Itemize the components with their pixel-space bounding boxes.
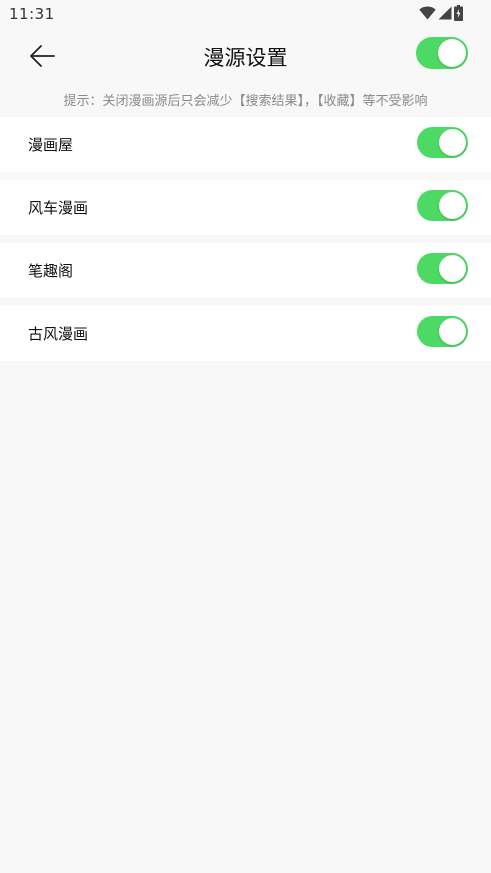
- source-label: 笔趣阁: [28, 262, 74, 280]
- list-item[interactable]: 笔趣阁: [0, 243, 491, 298]
- toggle-knob: [438, 39, 466, 67]
- screen: 11:31 漫源设置 提示：关闭漫画源后只会减少【搜索结果】，【收藏】等不受影响…: [0, 0, 491, 873]
- toggle-knob: [439, 255, 466, 282]
- status-icons: [419, 5, 463, 21]
- source-label: 漫画屋: [28, 136, 74, 154]
- source-toggle[interactable]: [417, 253, 468, 284]
- cellular-signal-icon: [438, 6, 452, 20]
- source-label: 古风漫画: [28, 325, 89, 343]
- source-label: 风车漫画: [28, 199, 89, 217]
- status-bar: 11:31: [0, 0, 491, 28]
- list-item[interactable]: 风车漫画: [0, 180, 491, 235]
- toggle-knob: [439, 318, 466, 345]
- wifi-icon: [419, 6, 436, 20]
- battery-charging-icon: [454, 5, 463, 21]
- list-item[interactable]: 漫画屋: [0, 117, 491, 172]
- source-list: 漫画屋 风车漫画 笔趣阁 古风漫画: [0, 117, 491, 369]
- toggle-knob: [439, 129, 466, 156]
- master-toggle[interactable]: [416, 37, 468, 69]
- toggle-knob: [439, 192, 466, 219]
- app-header: 漫源设置: [0, 28, 491, 86]
- source-toggle[interactable]: [417, 190, 468, 221]
- list-item[interactable]: 古风漫画: [0, 306, 491, 361]
- source-toggle[interactable]: [417, 127, 468, 158]
- source-toggle[interactable]: [417, 316, 468, 347]
- status-time: 11:31: [9, 5, 55, 23]
- hint-text: 提示：关闭漫画源后只会减少【搜索结果】，【收藏】等不受影响: [63, 94, 428, 109]
- master-toggle-switch[interactable]: [416, 37, 468, 69]
